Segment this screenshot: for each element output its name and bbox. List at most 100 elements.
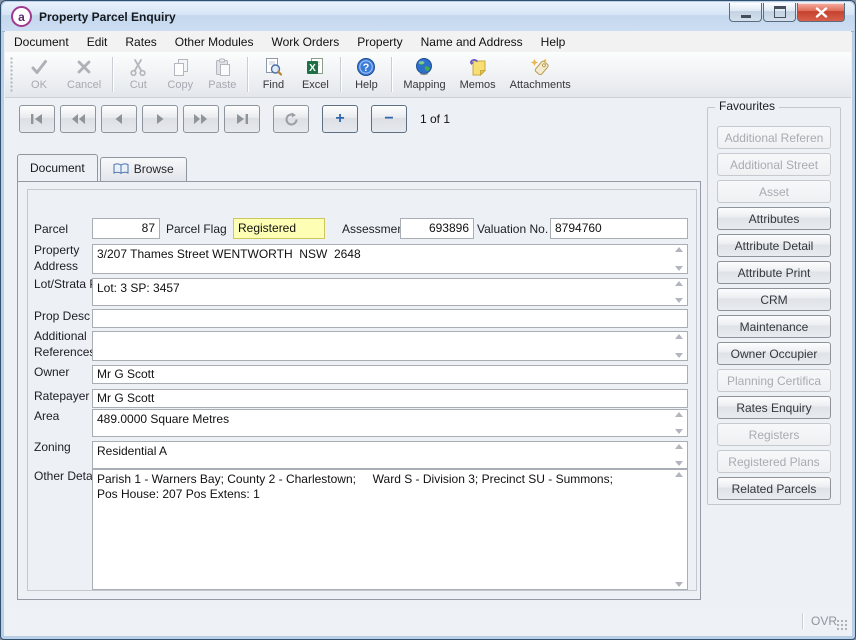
- favourite-registered-plans-button[interactable]: Registered Plans: [717, 450, 831, 473]
- delete-record-button[interactable]: −: [371, 105, 407, 133]
- app-window: a Property Parcel Enquiry Document Edit …: [0, 0, 856, 640]
- favourite-additional-references-button[interactable]: Additional Referen: [717, 126, 831, 149]
- fast-next-button[interactable]: [183, 105, 219, 133]
- resize-grip[interactable]: [836, 619, 848, 631]
- last-record-button[interactable]: [224, 105, 260, 133]
- previous-record-button[interactable]: [101, 105, 137, 133]
- menu-document[interactable]: Document: [5, 32, 78, 52]
- menu-property[interactable]: Property: [348, 32, 411, 52]
- find-magnifier-icon: [263, 56, 283, 78]
- tab-strip: Document Browse: [17, 155, 187, 181]
- cut-scissors-icon: [129, 56, 147, 78]
- paste-clipboard-icon: [213, 56, 232, 78]
- favourite-planning-certificate-button[interactable]: Planning Certifica: [717, 369, 831, 392]
- toolbar-grip[interactable]: [9, 57, 14, 92]
- paste-button[interactable]: Paste: [201, 52, 243, 97]
- favourite-related-parcels-button[interactable]: Related Parcels: [717, 477, 831, 500]
- scroll-up-icon[interactable]: [675, 472, 683, 477]
- favourite-asset-button[interactable]: Asset: [717, 180, 831, 203]
- minimize-button[interactable]: [729, 3, 762, 22]
- close-button[interactable]: [797, 3, 845, 22]
- fast-previous-icon: [70, 113, 86, 125]
- favourite-attribute-print-button[interactable]: Attribute Print: [717, 261, 831, 284]
- scroll-down-icon[interactable]: [675, 582, 683, 587]
- favourite-attribute-detail-button[interactable]: Attribute Detail: [717, 234, 831, 257]
- cut-button[interactable]: Cut: [117, 52, 159, 97]
- favourite-attributes-button[interactable]: Attributes: [717, 207, 831, 230]
- lot-strata-plan-field[interactable]: Lot: 3 SP: 3457: [92, 278, 688, 306]
- scroll-up-icon[interactable]: [675, 247, 683, 252]
- favourite-maintenance-button[interactable]: Maintenance: [717, 315, 831, 338]
- menu-work-orders[interactable]: Work Orders: [262, 32, 348, 52]
- memos-button[interactable]: Memos: [453, 52, 503, 97]
- other-details-scrollbar[interactable]: [671, 470, 687, 589]
- refresh-button[interactable]: [273, 105, 309, 133]
- tab-browse[interactable]: Browse: [100, 157, 187, 181]
- property-address-scroll[interactable]: [671, 245, 687, 273]
- cancel-button[interactable]: Cancel: [60, 52, 108, 97]
- menu-other-modules[interactable]: Other Modules: [166, 32, 263, 52]
- scroll-up-icon[interactable]: [675, 412, 683, 417]
- favourite-registers-button[interactable]: Registers: [717, 423, 831, 446]
- prop-desc-field[interactable]: [92, 309, 688, 328]
- scroll-down-icon[interactable]: [675, 266, 683, 271]
- ok-button[interactable]: OK: [18, 52, 60, 97]
- owner-field[interactable]: Mr G Scott: [92, 365, 688, 384]
- other-details-field[interactable]: Parish 1 - Warners Bay; County 2 - Charl…: [92, 469, 688, 590]
- favourite-owner-occupier-button[interactable]: Owner Occupier: [717, 342, 831, 365]
- scroll-down-icon[interactable]: [675, 461, 683, 466]
- scroll-up-icon[interactable]: [675, 334, 683, 339]
- maximize-icon: [774, 6, 786, 18]
- mapping-button[interactable]: Mapping: [396, 52, 452, 97]
- svg-text:X: X: [310, 63, 317, 74]
- svg-text:?: ?: [363, 62, 370, 74]
- document-tab-page: Parcel 87 Parcel Flag Registered Assessm…: [17, 181, 701, 600]
- fast-previous-button[interactable]: [60, 105, 96, 133]
- zoning-field[interactable]: Residential A: [92, 441, 688, 469]
- favourite-additional-street-button[interactable]: Additional Street: [717, 153, 831, 176]
- excel-button[interactable]: X Excel: [294, 52, 336, 97]
- area-field[interactable]: 489.0000 Square Metres: [92, 409, 688, 437]
- menu-help[interactable]: Help: [532, 32, 575, 52]
- zoning-scroll[interactable]: [671, 442, 687, 468]
- help-button[interactable]: ? Help: [345, 52, 387, 97]
- scroll-down-icon[interactable]: [675, 298, 683, 303]
- scroll-down-icon[interactable]: [675, 429, 683, 434]
- window-controls: [729, 3, 845, 22]
- lot-strata-scroll[interactable]: [671, 279, 687, 305]
- menu-bar: Document Edit Rates Other Modules Work O…: [5, 31, 851, 53]
- tab-document[interactable]: Document: [17, 154, 98, 181]
- browse-book-icon: [113, 163, 129, 175]
- scroll-up-icon[interactable]: [675, 281, 683, 286]
- scroll-down-icon[interactable]: [675, 353, 683, 358]
- next-record-button[interactable]: [142, 105, 178, 133]
- excel-icon: X: [305, 56, 325, 78]
- first-record-icon: [29, 113, 45, 125]
- area-scroll[interactable]: [671, 410, 687, 436]
- additional-references-scroll[interactable]: [671, 332, 687, 360]
- assessment-field[interactable]: 693896: [400, 218, 474, 239]
- minus-icon: −: [384, 111, 393, 127]
- menu-name-and-address[interactable]: Name and Address: [412, 32, 532, 52]
- parcel-field[interactable]: 87: [92, 218, 160, 239]
- favourite-rates-enquiry-button[interactable]: Rates Enquiry: [717, 396, 831, 419]
- menu-edit[interactable]: Edit: [78, 32, 117, 52]
- parcel-form: Parcel 87 Parcel Flag Registered Assessm…: [27, 189, 697, 591]
- property-address-field[interactable]: 3/207 Thames Street WENTWORTH NSW 2648: [92, 244, 688, 274]
- favourite-crm-button[interactable]: CRM: [717, 288, 831, 311]
- first-record-button[interactable]: [19, 105, 55, 133]
- toolbar-separator: [247, 57, 248, 92]
- title-bar: a Property Parcel Enquiry: [2, 2, 854, 32]
- add-record-button[interactable]: +: [322, 105, 358, 133]
- attachments-button[interactable]: Attachments: [503, 52, 578, 97]
- menu-rates[interactable]: Rates: [116, 32, 165, 52]
- find-button[interactable]: Find: [252, 52, 294, 97]
- copy-button[interactable]: Copy: [159, 52, 201, 97]
- maximize-button[interactable]: [763, 3, 796, 22]
- scroll-up-icon[interactable]: [675, 444, 683, 449]
- attachments-tag-icon: [530, 56, 550, 78]
- valuation-no-field[interactable]: 8794760: [550, 218, 688, 239]
- parcel-flag-field[interactable]: Registered: [233, 218, 325, 239]
- ratepayer-field[interactable]: Mr G Scott: [92, 389, 688, 408]
- additional-references-field[interactable]: [92, 331, 688, 361]
